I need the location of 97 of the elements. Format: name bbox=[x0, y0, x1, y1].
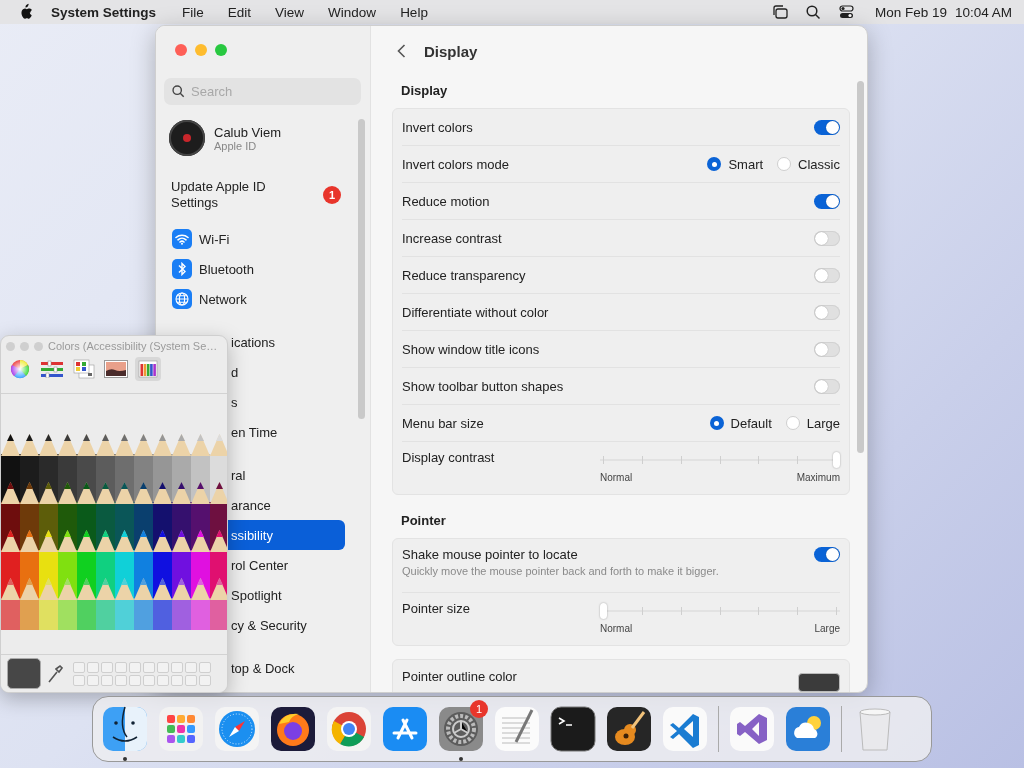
terminal-prompt-icon[interactable] bbox=[550, 706, 596, 752]
radio-button[interactable] bbox=[777, 157, 792, 171]
guitar-icon[interactable] bbox=[606, 706, 652, 752]
color-well[interactable] bbox=[798, 673, 840, 692]
gear-icon[interactable] bbox=[438, 706, 484, 752]
cloud-sun-icon[interactable] bbox=[785, 706, 831, 752]
toggle-switch[interactable] bbox=[814, 230, 840, 246]
scrollbar[interactable] bbox=[857, 81, 864, 453]
toggle-switch[interactable] bbox=[814, 267, 840, 283]
compass-icon[interactable] bbox=[214, 706, 260, 752]
menu-item[interactable]: Help bbox=[388, 4, 440, 20]
page-title: Display bbox=[424, 42, 478, 60]
toggle-switch[interactable] bbox=[814, 341, 840, 357]
color-wheel-icon bbox=[10, 359, 30, 379]
account-name[interactable]: Calub Viem bbox=[214, 124, 281, 140]
smiling-face-icon[interactable] bbox=[102, 706, 148, 752]
sidebar-item[interactable]: Network bbox=[164, 284, 345, 314]
search-field[interactable]: Search bbox=[164, 78, 361, 105]
setting-label: Invert colors mode bbox=[402, 156, 509, 172]
flame-globe-icon[interactable] bbox=[270, 706, 316, 752]
toggle-switch[interactable] bbox=[814, 378, 840, 394]
scrollbar[interactable] bbox=[358, 119, 365, 419]
menu-item[interactable]: View bbox=[263, 4, 317, 20]
setting-label: Shake mouse pointer to locate bbox=[402, 547, 579, 562]
radio-button[interactable] bbox=[707, 157, 722, 171]
radio-option[interactable]: Large bbox=[785, 415, 840, 431]
slider-min-label: Normal bbox=[600, 623, 633, 634]
ribbon-icon[interactable] bbox=[729, 706, 775, 752]
setting-description: Quickly move the mouse pointer back and forth to make it bigger. bbox=[402, 565, 719, 577]
menu-bar-date[interactable]: Mon Feb 19 bbox=[874, 4, 947, 20]
setting-label: Show window title icons bbox=[402, 341, 540, 357]
radio-button[interactable] bbox=[709, 416, 724, 430]
update-apple-id-item[interactable]: Update Apple ID Settings bbox=[171, 179, 301, 211]
section-heading: Display bbox=[400, 81, 449, 99]
search-icon bbox=[172, 85, 185, 98]
color-palette-icon bbox=[73, 359, 95, 379]
color-mode-tab[interactable] bbox=[39, 357, 65, 381]
radio-option[interactable]: Default bbox=[709, 415, 772, 431]
toggle-switch[interactable] bbox=[814, 119, 840, 135]
code-chevron-icon[interactable] bbox=[662, 706, 708, 752]
notepad-pen-icon[interactable] bbox=[494, 706, 540, 752]
menu-item[interactable]: Edit bbox=[215, 4, 264, 20]
sidebar-item[interactable]: Bluetooth bbox=[164, 254, 345, 284]
app-menu[interactable]: System Settings bbox=[33, 4, 171, 20]
color-mode-tab[interactable] bbox=[135, 357, 161, 381]
toggle-switch[interactable] bbox=[814, 304, 840, 320]
setting-label: Differentiate without color bbox=[402, 304, 549, 320]
menu-bar-time[interactable]: 10:04 AM bbox=[954, 4, 1012, 20]
color-mode-tab[interactable] bbox=[103, 357, 129, 381]
stacked-windows-icon[interactable] bbox=[771, 5, 788, 19]
back-chevron-icon[interactable] bbox=[396, 44, 406, 58]
toggle-switch[interactable] bbox=[814, 193, 840, 209]
account-subtitle: Apple ID bbox=[214, 139, 258, 152]
letter-a-lines-icon[interactable] bbox=[382, 706, 428, 752]
radio-option[interactable]: Smart bbox=[707, 156, 764, 172]
setting-label: Show toolbar button shapes bbox=[402, 378, 564, 394]
section-heading: Pointer bbox=[400, 511, 447, 529]
setting-label: Invert colors bbox=[402, 119, 473, 135]
bluetooth-icon bbox=[172, 259, 192, 279]
setting-label: Display contrast bbox=[402, 450, 495, 465]
menu-item[interactable]: File bbox=[170, 4, 216, 20]
slider-track[interactable] bbox=[600, 452, 840, 468]
eyedropper-icon[interactable] bbox=[47, 663, 63, 684]
setting-label: Increase contrast bbox=[402, 230, 502, 246]
control-toggles-icon[interactable] bbox=[838, 5, 854, 19]
radio-option[interactable]: Classic bbox=[777, 156, 840, 172]
toggle-switch[interactable] bbox=[814, 547, 840, 562]
swatch-grid[interactable] bbox=[73, 661, 211, 686]
radio-button[interactable] bbox=[785, 416, 800, 430]
color-swatch[interactable] bbox=[7, 658, 41, 689]
setting-label: Pointer outline color bbox=[402, 669, 517, 684]
apple-logo-icon[interactable] bbox=[18, 3, 33, 21]
notification-badge: 1 bbox=[323, 186, 341, 204]
setting-label: Reduce transparency bbox=[402, 267, 526, 283]
window-title: Colors (Accessibility (System Se… bbox=[48, 340, 218, 352]
slider-thumb[interactable] bbox=[833, 452, 840, 468]
avatar[interactable] bbox=[169, 120, 205, 156]
slider-thumb[interactable] bbox=[600, 603, 607, 619]
globe-icon bbox=[172, 289, 192, 309]
landscape-image-icon bbox=[104, 360, 128, 378]
search-icon[interactable] bbox=[805, 4, 821, 20]
close-button[interactable] bbox=[175, 44, 187, 56]
wifi-icon bbox=[172, 229, 192, 249]
pencils-icon bbox=[138, 360, 158, 378]
sliders-icon bbox=[40, 360, 64, 378]
color-mode-tab[interactable] bbox=[71, 357, 97, 381]
sidebar-item[interactable]: Wi-Fi bbox=[164, 224, 345, 254]
notification-badge: 1 bbox=[470, 700, 488, 718]
setting-label: Pointer size bbox=[402, 601, 470, 616]
slider-track[interactable] bbox=[600, 603, 840, 619]
menu-item[interactable]: Window bbox=[316, 4, 389, 20]
setting-label: Menu bar size bbox=[402, 415, 484, 431]
app-grid-icon[interactable] bbox=[158, 706, 204, 752]
slider-max-label: Maximum bbox=[796, 472, 840, 483]
setting-label: Reduce motion bbox=[402, 193, 490, 209]
slider-max-label: Large bbox=[814, 623, 840, 634]
slider-min-label: Normal bbox=[600, 472, 633, 483]
